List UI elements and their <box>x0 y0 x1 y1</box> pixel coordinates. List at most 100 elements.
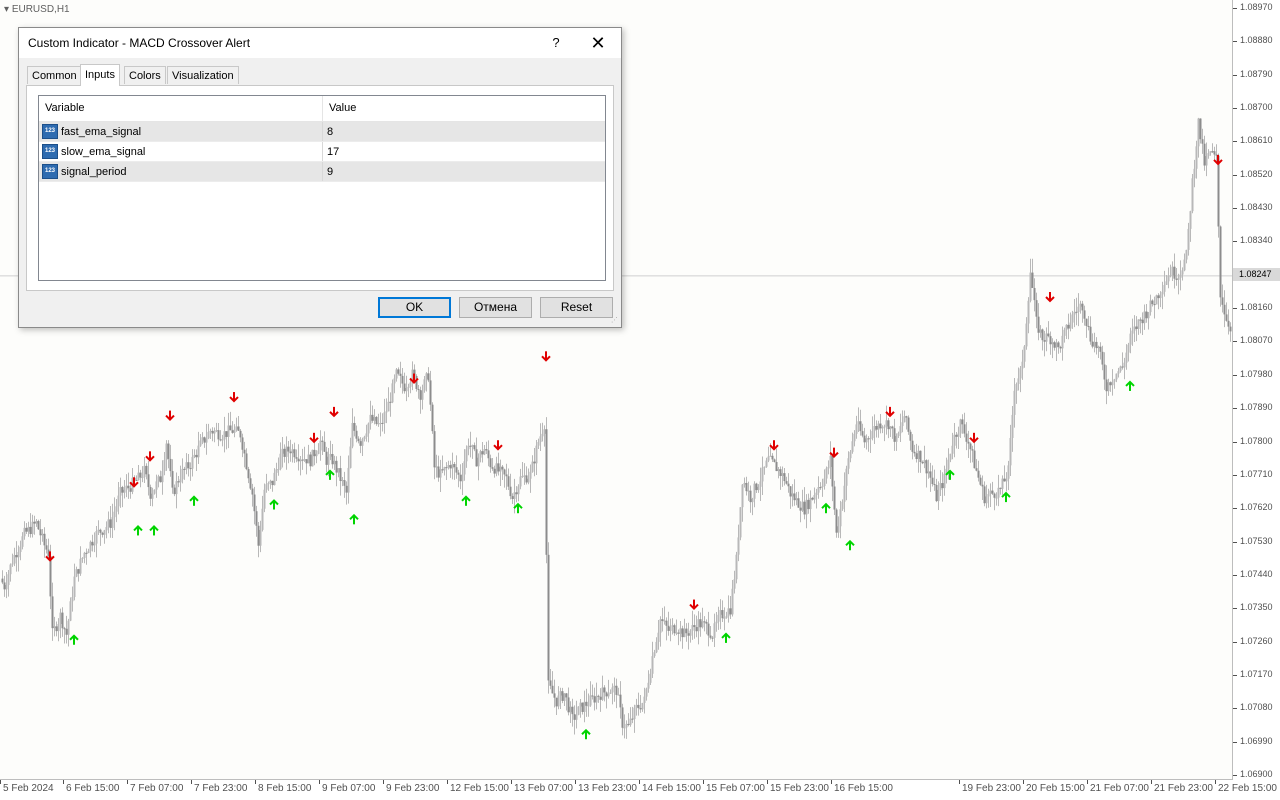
candle-body <box>95 531 98 544</box>
price-tick: 1.06900 <box>1233 769 1273 779</box>
candle-body <box>453 464 456 468</box>
table-row[interactable]: 123 fast_ema_signal 8 <box>39 122 605 142</box>
candle-body <box>853 433 856 442</box>
candle-body <box>891 426 894 429</box>
candle-body <box>421 390 424 400</box>
candle-body <box>661 619 664 621</box>
candle-body <box>949 453 952 460</box>
time-axis[interactable]: 5 Feb 2024 6 Feb 15:00 7 Feb 07:00 7 Feb 23… <box>0 780 1280 800</box>
candle-body <box>1071 314 1074 323</box>
candle-body <box>519 476 522 487</box>
candle-body <box>499 466 502 472</box>
candle-body <box>1005 478 1008 482</box>
tab-common[interactable]: Common <box>27 66 82 84</box>
candle-body <box>73 576 76 597</box>
candle-body <box>1155 295 1158 305</box>
candle-body <box>495 463 498 474</box>
candle-body <box>477 457 480 467</box>
candle-body <box>185 462 188 470</box>
tab-visualization[interactable]: Visualization <box>167 66 239 84</box>
candle-body <box>21 536 24 547</box>
candle-body <box>417 388 420 391</box>
candle-body <box>333 460 336 465</box>
candle-body <box>1191 178 1194 212</box>
candle-body <box>1115 373 1118 380</box>
candle-body <box>541 433 544 437</box>
dialog-titlebar[interactable]: Custom Indicator - MACD Crossover Alert … <box>19 28 621 58</box>
candle-body <box>125 485 128 490</box>
price-axis[interactable]: 1.08970 1.08880 1.08790 1.08700 1.08610 1.085… <box>1233 0 1280 780</box>
candle-body <box>121 487 124 493</box>
resize-grip-icon[interactable]: ⋰ <box>611 317 619 325</box>
candle-body <box>1209 151 1212 154</box>
sell-arrow-icon <box>229 392 239 403</box>
value-cell[interactable]: 17 <box>322 142 605 161</box>
candle-body <box>559 691 562 696</box>
candle-body <box>215 430 218 432</box>
candle-body <box>711 637 714 639</box>
candle-body <box>1055 342 1058 348</box>
candle-body <box>805 499 808 515</box>
table-row[interactable]: 123 signal_period 9 <box>39 162 605 182</box>
candle-body <box>183 468 186 470</box>
candle-body <box>1041 329 1044 341</box>
candle-body <box>481 451 484 455</box>
candle-body <box>291 449 294 454</box>
tab-inputs[interactable]: Inputs <box>80 64 120 86</box>
candle-body <box>921 462 924 464</box>
value-cell[interactable]: 9 <box>322 162 605 181</box>
candle-body <box>469 445 472 447</box>
candle-body <box>527 478 530 483</box>
candle-body <box>825 468 828 479</box>
candle-body <box>1007 465 1010 479</box>
table-row[interactable]: 123 slow_ema_signal 17 <box>39 142 605 162</box>
candle-body <box>1135 326 1138 329</box>
integer-type-icon: 123 <box>42 164 58 179</box>
candle-body <box>807 499 810 510</box>
reset-button[interactable]: Reset <box>540 297 613 318</box>
candle-body <box>339 468 342 481</box>
candle-body <box>19 546 22 553</box>
candle-body <box>1175 278 1178 280</box>
candle-body <box>577 706 580 715</box>
candle-body <box>635 704 638 708</box>
help-button[interactable]: ? <box>545 32 567 54</box>
candle-body <box>1225 314 1228 321</box>
candle-body <box>441 469 444 471</box>
inputs-tab-panel: Variable Value 123 fast_ema_signal 8 123… <box>26 85 614 291</box>
candle-body <box>859 421 862 432</box>
candle-body <box>941 483 944 489</box>
candle-body <box>313 449 316 457</box>
value-cell[interactable]: 8 <box>322 122 605 141</box>
candle-body <box>977 470 980 478</box>
candle-body <box>607 693 610 697</box>
candle-body <box>449 465 452 469</box>
candle-body <box>25 527 28 532</box>
cancel-button[interactable]: Отмена <box>459 297 532 318</box>
candle-body <box>791 493 794 497</box>
candle-body <box>209 430 212 432</box>
candle-body <box>863 435 866 443</box>
candle-body <box>819 487 822 489</box>
tab-colors[interactable]: Colors <box>124 66 166 84</box>
candle-body <box>1093 341 1096 347</box>
candle-body <box>381 422 384 424</box>
candle-body <box>797 498 800 508</box>
candle-body <box>1079 303 1082 307</box>
candle-body <box>589 695 592 706</box>
ok-button[interactable]: OK <box>378 297 451 318</box>
candle-body <box>1019 368 1022 379</box>
candle-body <box>27 526 30 532</box>
candle-body <box>1163 284 1166 292</box>
candle-body <box>593 696 596 703</box>
close-button[interactable]: ✕ <box>585 32 611 54</box>
header-variable[interactable]: Variable <box>39 96 322 121</box>
candle-body <box>611 687 614 693</box>
candle-body <box>551 685 554 694</box>
candle-body <box>205 438 208 443</box>
candle-body <box>1067 324 1070 329</box>
header-value[interactable]: Value <box>322 96 605 121</box>
candle-body <box>207 431 210 439</box>
candle-body <box>233 429 236 433</box>
candle-body <box>465 449 468 462</box>
